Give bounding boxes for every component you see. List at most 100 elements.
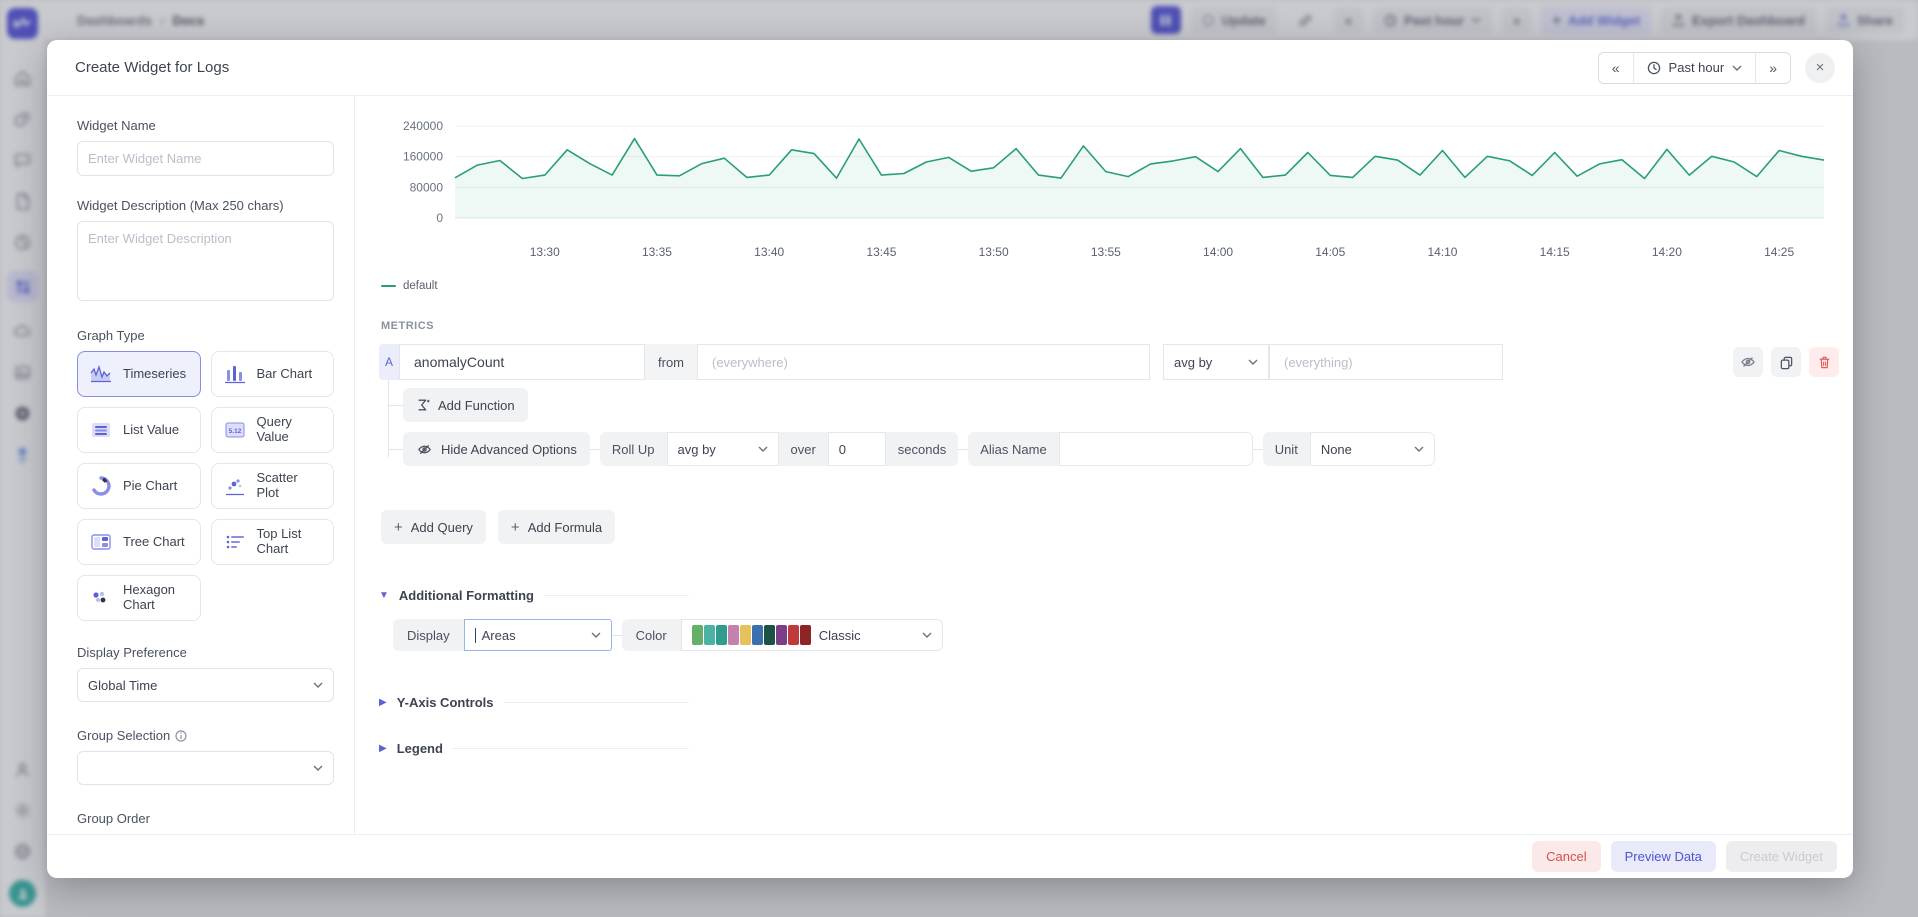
chevron-down-icon (758, 446, 768, 452)
widget-settings-sidebar: Widget Name Widget Description (Max 250 … (47, 96, 355, 834)
hide-query-button[interactable] (1733, 347, 1763, 377)
add-query-button[interactable]: + Add Query (381, 510, 486, 544)
connector-line (590, 449, 600, 450)
graph-type-scatter-plot[interactable]: Scatter Plot (211, 463, 335, 509)
additional-formatting-section[interactable]: ▼ Additional Formatting (379, 588, 689, 603)
add-function-button[interactable]: Add Function (403, 388, 528, 422)
timeseries-chart: 08000016000024000013:3013:3513:4013:4513… (379, 114, 1830, 292)
color-swatch (704, 625, 715, 645)
triangle-right-icon: ▶ (379, 697, 387, 708)
display-label: Display (393, 619, 464, 651)
graph-type-label: Graph Type (77, 328, 334, 343)
group-selection-label: Group Selection (77, 728, 334, 743)
color-swatch (740, 625, 751, 645)
graph-type-query-value[interactable]: 5.12 Query Value (211, 407, 335, 453)
chevron-down-icon (313, 765, 323, 771)
color-swatch (692, 625, 703, 645)
cancel-button[interactable]: Cancel (1532, 841, 1600, 872)
graph-type-top-list-chart[interactable]: Top List Chart (211, 519, 335, 565)
trash-icon (1817, 355, 1832, 370)
group-order-label: Group Order (77, 811, 334, 826)
from-filter-input[interactable] (697, 344, 1150, 380)
widget-name-label: Widget Name (77, 118, 334, 133)
modal-footer: Cancel Preview Data Create Widget (47, 834, 1853, 878)
duplicate-query-button[interactable] (1771, 347, 1801, 377)
svg-text:80000: 80000 (410, 180, 444, 194)
chevron-down-icon (591, 632, 601, 638)
group-by-input[interactable] (1269, 344, 1503, 380)
connector-line (612, 635, 622, 636)
color-swatch (788, 625, 799, 645)
svg-text:14:05: 14:05 (1315, 245, 1345, 259)
graph-type-hexagon-chart[interactable]: Hexagon Chart (77, 575, 201, 621)
chevron-down-icon (1732, 65, 1742, 71)
query-actions-row: + Add Query + Add Formula (381, 510, 1839, 544)
color-swatches (692, 625, 811, 645)
eye-off-icon (416, 442, 433, 457)
add-formula-button[interactable]: + Add Formula (498, 510, 615, 544)
svg-text:13:50: 13:50 (979, 245, 1009, 259)
tree-elbow-line (388, 405, 403, 406)
unit-label: Unit (1263, 432, 1310, 466)
section-divider (544, 595, 689, 596)
create-widget-modal: Create Widget for Logs « Past hour » × W… (47, 40, 1853, 878)
metrics-section-label: METRICS (381, 320, 1839, 332)
display-preference-label: Display Preference (77, 645, 334, 660)
connector-line (1253, 449, 1263, 450)
graph-type-list-value[interactable]: List Value (77, 407, 201, 453)
color-palette-select[interactable]: Classic (681, 619, 943, 651)
group-selection-select[interactable] (77, 751, 334, 785)
time-range-selector[interactable]: Past hour (1633, 53, 1756, 83)
time-back-button[interactable]: « (1599, 53, 1633, 83)
svg-text:14:25: 14:25 (1764, 245, 1794, 259)
tree-vertical-line (388, 380, 389, 457)
display-style-select[interactable]: Areas (464, 619, 612, 651)
widget-description-label: Widget Description (Max 250 chars) (77, 198, 334, 213)
graph-type-tree-chart[interactable]: Tree Chart (77, 519, 201, 565)
aggregation-select[interactable]: avg by (1163, 344, 1269, 380)
time-forward-button[interactable]: » (1755, 53, 1790, 83)
rollup-interval-input[interactable] (828, 432, 886, 466)
time-range-value: Past hour (1669, 60, 1725, 75)
plus-icon: + (394, 520, 403, 535)
modal-title: Create Widget for Logs (75, 59, 229, 76)
rollup-method-select[interactable]: avg by (667, 432, 779, 466)
display-preference-select[interactable]: Global Time (77, 668, 334, 702)
svg-text:13:30: 13:30 (530, 245, 560, 259)
hide-advanced-options-button[interactable]: Hide Advanced Options (403, 432, 590, 466)
svg-text:13:40: 13:40 (754, 245, 784, 259)
widget-description-input[interactable] (77, 221, 334, 301)
legend-series-label: default (403, 280, 438, 292)
legend-series-swatch (381, 285, 396, 287)
graph-type-bar-chart[interactable]: Bar Chart (211, 351, 335, 397)
triangle-right-icon: ▶ (379, 743, 387, 754)
unit-group: Unit None (1263, 432, 1435, 466)
alias-name-input[interactable] (1059, 432, 1253, 466)
delete-query-button[interactable] (1809, 347, 1839, 377)
widget-name-input[interactable] (77, 141, 334, 176)
text-caret (475, 628, 476, 643)
modal-header: Create Widget for Logs « Past hour » × (47, 40, 1853, 96)
close-icon[interactable]: × (1805, 53, 1835, 83)
svg-text:14:20: 14:20 (1652, 245, 1682, 259)
top-list-chart-icon (222, 531, 248, 553)
query-value-icon: 5.12 (222, 419, 248, 441)
svg-text:14:15: 14:15 (1540, 245, 1570, 259)
copy-icon (1779, 355, 1794, 370)
metric-name-input[interactable] (399, 344, 645, 380)
legend-section[interactable]: ▶ Legend (379, 741, 689, 756)
hexagon-chart-icon (88, 587, 114, 609)
svg-text:160000: 160000 (403, 150, 443, 164)
graph-type-pie-chart[interactable]: Pie Chart (77, 463, 201, 509)
bar-chart-icon (222, 363, 248, 385)
color-swatch (776, 625, 787, 645)
preview-data-button[interactable]: Preview Data (1611, 841, 1716, 872)
connector-line (958, 449, 968, 450)
create-widget-button[interactable]: Create Widget (1726, 841, 1837, 872)
graph-type-timeseries[interactable]: Timeseries (77, 351, 201, 397)
chevron-down-icon (1414, 446, 1424, 452)
svg-text:13:45: 13:45 (866, 245, 896, 259)
info-icon (175, 730, 187, 742)
unit-select[interactable]: None (1310, 432, 1435, 466)
yaxis-controls-section[interactable]: ▶ Y-Axis Controls (379, 695, 689, 710)
